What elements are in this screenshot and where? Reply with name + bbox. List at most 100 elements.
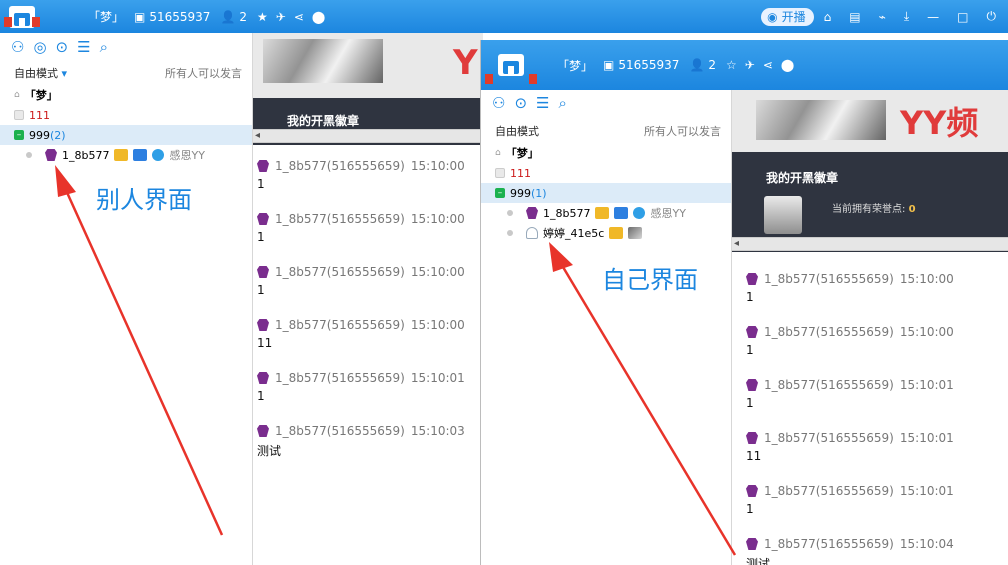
- chat-sender[interactable]: 1_8b577(516555659): [764, 537, 894, 551]
- plane-icon[interactable]: ✈: [745, 58, 755, 72]
- title-actions-b: ☆ ✈ ⋖ ⬤: [726, 58, 794, 72]
- tree-member-1-b[interactable]: 1_8b577 感恩YY: [481, 203, 731, 223]
- chat-sender[interactable]: 1_8b577(516555659): [275, 318, 405, 332]
- tree-group-999-count: (2): [50, 128, 66, 142]
- maximize-icon[interactable]: □: [957, 10, 968, 24]
- tree-sub-111-b[interactable]: 111: [481, 163, 731, 183]
- vip-role-icon: [257, 319, 269, 331]
- shield-icon[interactable]: ⬤: [312, 10, 325, 24]
- banner-art-b: [756, 100, 886, 140]
- minimize-icon[interactable]: —: [927, 10, 939, 24]
- plane-icon[interactable]: ✈: [276, 10, 286, 24]
- member2-name-b: 婷婷_41e5c: [543, 227, 605, 240]
- search-icon[interactable]: ⌕: [558, 94, 566, 112]
- home-logo-b[interactable]: [481, 40, 541, 90]
- annotation-own-view: 自己界面: [602, 266, 698, 294]
- note-icon[interactable]: ☰: [536, 94, 549, 112]
- chat-sender[interactable]: 1_8b577(516555659): [275, 371, 405, 385]
- mode-label-b[interactable]: 自由模式: [495, 123, 539, 139]
- h-scrollbar-b[interactable]: ◂: [732, 237, 1008, 251]
- chat-sender[interactable]: 1_8b577(516555659): [275, 424, 405, 438]
- chat-sender[interactable]: 1_8b577(516555659): [275, 265, 405, 279]
- chat-sender[interactable]: 1_8b577(516555659): [764, 325, 894, 339]
- start-live-label: 开播: [781, 10, 806, 24]
- location-icon[interactable]: ⊙: [56, 38, 69, 56]
- chat-time: 15:10:01: [899, 378, 954, 392]
- channel-tree-b: ⌂ 「梦」 111 – 999 (1) 1_8b577 感恩YY 婷婷_41e5c: [481, 143, 731, 243]
- gamepad-icon[interactable]: ⌁: [879, 10, 886, 24]
- chat-sender[interactable]: 1_8b577(516555659): [764, 272, 894, 286]
- search-icon[interactable]: ⌕: [100, 38, 108, 56]
- badge-bar-b: 我的开黑徽章: [732, 164, 1008, 190]
- tree-root-b[interactable]: ⌂ 「梦」: [481, 143, 731, 163]
- power-icon[interactable]: ⏻: [987, 9, 997, 24]
- chat-sender[interactable]: 1_8b577(516555659): [764, 484, 894, 498]
- chat-sender[interactable]: 1_8b577(516555659): [275, 212, 405, 226]
- chat-message-head: 1_8b577(516555659) 15:10:00: [746, 325, 954, 339]
- chat-message-head: 1_8b577(516555659) 15:10:00: [257, 265, 465, 279]
- tree-group-999-b[interactable]: – 999 (1): [481, 183, 731, 203]
- member-icon[interactable]: ⚇: [11, 38, 24, 56]
- badge-title-a: 我的开黑徽章: [287, 113, 360, 128]
- tree-group-999[interactable]: – 999 (2): [0, 125, 252, 145]
- chat-area-a: 1_8b577(516555659) 15:10:00 1 1_8b577(51655…: [253, 145, 483, 565]
- share-icon[interactable]: ⋖: [294, 10, 304, 24]
- chat-message: 1_8b577(516555659) 15:10:00 1: [746, 325, 954, 357]
- chat-message-head: 1_8b577(516555659) 15:10:00: [257, 212, 465, 226]
- h-scrollbar-a[interactable]: ◂: [253, 129, 483, 143]
- chat-message-head: 1_8b577(516555659) 15:10:01: [746, 431, 954, 445]
- member1-name-b: 1_8b577: [543, 206, 591, 220]
- mode-bar-b: 自由模式 所有人可以发言: [481, 123, 731, 139]
- gift-icon[interactable]: ◎: [33, 38, 46, 56]
- shield-icon[interactable]: ⬤: [781, 58, 794, 72]
- chat-time: 15:10:01: [410, 371, 465, 385]
- vip-role-icon: [257, 425, 269, 437]
- member-icon[interactable]: ⚇: [492, 94, 505, 112]
- tree-root[interactable]: ⌂ 「梦」: [0, 85, 252, 105]
- tree-member-1[interactable]: 1_8b577 感恩YY: [0, 145, 252, 165]
- badge-title-b: 我的开黑徽章: [766, 170, 839, 185]
- chat-text: 1: [257, 230, 265, 244]
- channel-id-value: 51655937: [149, 9, 211, 24]
- location-icon[interactable]: ⊙: [514, 94, 527, 112]
- collapsed-box-icon: [495, 168, 505, 178]
- scroll-left-icon[interactable]: ◂: [255, 130, 260, 142]
- chat-sender[interactable]: 1_8b577(516555659): [764, 431, 894, 445]
- home-icon[interactable]: ⌂: [824, 10, 832, 24]
- banner-b: YY频道: [732, 90, 1008, 152]
- scroll-left-icon[interactable]: ◂: [734, 238, 739, 250]
- crown-badge-icon: [595, 207, 610, 219]
- home-small-icon: ⌂: [495, 148, 501, 158]
- online-count-value: 2: [239, 9, 248, 24]
- channel-id-value-b: 51655937: [618, 58, 680, 72]
- right-pane-a: Y 我的开黑徽章 ◂ 1_8b577(516555659) 15:10:00 1 1_…: [253, 33, 483, 565]
- star-icon[interactable]: ★: [257, 10, 268, 24]
- id-card-icon: ▣: [603, 58, 615, 72]
- tree-member-2-b[interactable]: 婷婷_41e5c: [481, 223, 731, 243]
- channel-name: 「梦」: [88, 10, 125, 24]
- chat-sender[interactable]: 1_8b577(516555659): [275, 159, 405, 173]
- chat-time: 15:10:00: [410, 265, 465, 279]
- star-outline-icon[interactable]: ☆: [726, 58, 737, 72]
- list-icon[interactable]: ▤: [849, 10, 860, 24]
- tree-sub-111[interactable]: 111: [0, 105, 252, 125]
- channel-tree: ⌂ 「梦」 111 – 999 (2) 1_8b577 感恩YY: [0, 85, 252, 165]
- minimize-to-tray-icon[interactable]: ⤓: [904, 9, 909, 24]
- crown-badge-icon: [609, 227, 624, 239]
- home-logo[interactable]: [0, 0, 44, 33]
- crown-badge-icon: [114, 149, 129, 161]
- tree-sub-111-label: 111: [29, 108, 50, 122]
- chat-text: 测试: [257, 444, 282, 458]
- chat-sender[interactable]: 1_8b577(516555659): [764, 378, 894, 392]
- start-live-button[interactable]: ◉ 开播: [761, 7, 814, 26]
- tree-root-label: 「梦」: [24, 89, 58, 102]
- vip-role-icon: [257, 266, 269, 278]
- mode-bar: 自由模式 ▾ 所有人可以发言: [0, 65, 252, 81]
- vip-role-icon: [746, 379, 758, 391]
- vip-role-icon: [257, 213, 269, 225]
- annotation-others-view: 别人界面: [96, 186, 192, 214]
- share-icon[interactable]: ⋖: [763, 58, 773, 72]
- note-icon[interactable]: ☰: [77, 38, 90, 56]
- left-toolbar: ⚇ ◎ ⊙ ☰ ⌕: [0, 38, 108, 56]
- mode-select[interactable]: 自由模式 ▾: [14, 65, 67, 81]
